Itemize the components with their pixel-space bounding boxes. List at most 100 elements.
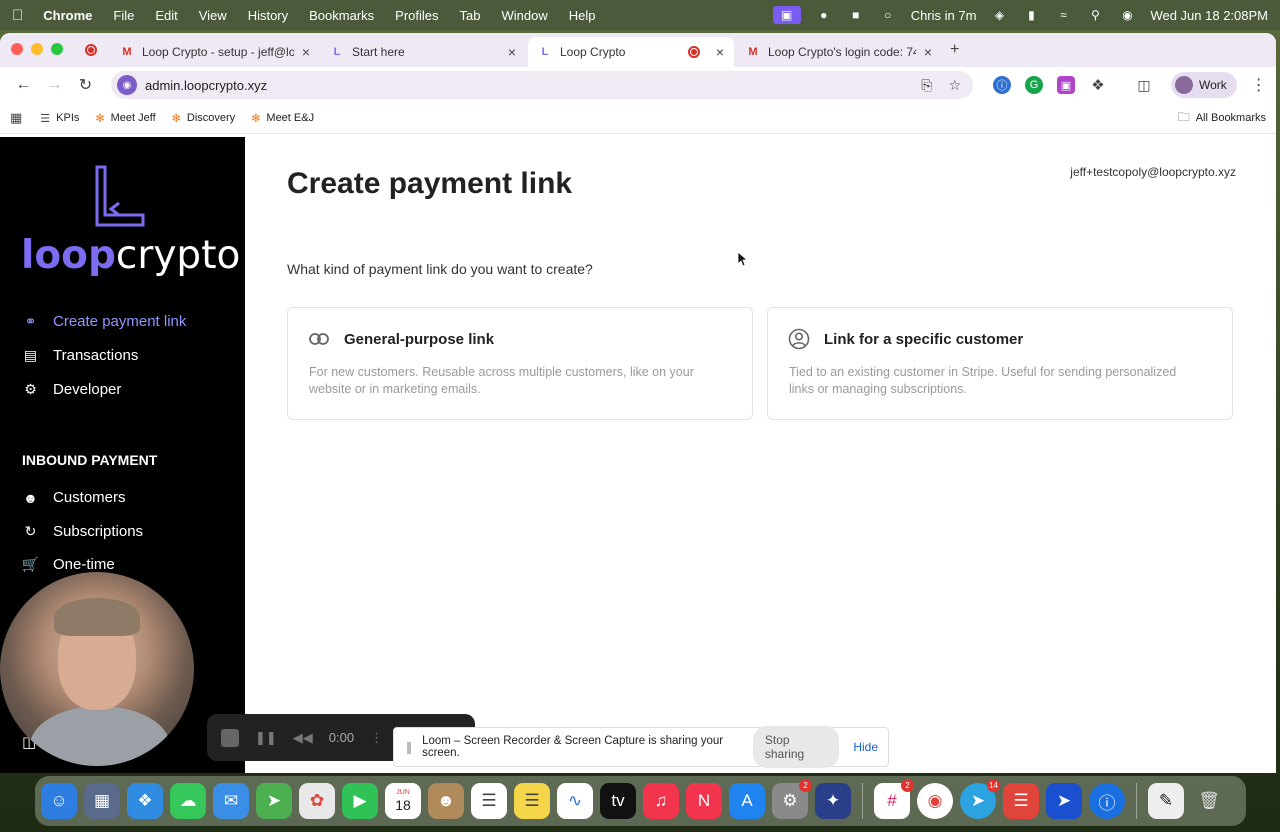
profile-button[interactable]: Work — [1171, 72, 1237, 98]
general-purpose-link-card[interactable]: General-purpose link For new customers. … — [287, 307, 753, 420]
zoom-window-button[interactable] — [51, 43, 63, 55]
reload-icon[interactable]: ↻ — [70, 75, 101, 95]
document-icon[interactable]: ✎ — [1148, 783, 1184, 819]
freeform-icon[interactable]: ∿ — [557, 783, 593, 819]
tab-gmail-setup[interactable]: M Loop Crypto - setup - jeff@lo × — [110, 37, 320, 67]
chrome-icon[interactable]: ◉ — [917, 783, 953, 819]
address-bar[interactable]: ◉ admin.loopcrypto.xyz ⎘ ☆ — [111, 71, 973, 99]
bookmark-star-icon[interactable]: ☆ — [948, 77, 961, 94]
tab-close-icon[interactable]: × — [716, 44, 724, 60]
more-menu-icon[interactable]: ⋮ — [1251, 75, 1267, 95]
minimize-window-button[interactable] — [31, 43, 43, 55]
bookmark-meet-jeff[interactable]: ✻ Meet Jeff — [95, 112, 155, 125]
pause-icon[interactable]: ❚❚ — [255, 730, 277, 746]
install-app-icon[interactable]: ⎘ — [921, 77, 932, 94]
telegram-icon[interactable]: ➤ 14 — [960, 779, 1000, 819]
maps-icon[interactable]: ➤ — [256, 783, 292, 819]
menu-tab[interactable]: Tab — [460, 8, 481, 23]
user-email[interactable]: jeff+testcopoly@loopcrypto.xyz — [1070, 165, 1236, 179]
specific-customer-link-card[interactable]: Link for a specific customer Tied to an … — [767, 307, 1233, 420]
menu-window[interactable]: Window — [502, 8, 548, 23]
calendar-icon[interactable]: JUN 18 — [385, 783, 421, 819]
bookmark-kpis[interactable]: ☰ KPIs — [40, 112, 79, 125]
contacts-icon[interactable]: ☻ — [428, 783, 464, 819]
finder-icon[interactable]: ☺ — [41, 783, 77, 819]
wechat-icon[interactable]: ● — [815, 8, 833, 22]
address-url[interactable]: admin.loopcrypto.xyz — [145, 78, 267, 93]
tab-search-icon[interactable]: ◫ — [1135, 76, 1153, 94]
cursor-app-icon[interactable]: ➤ — [1046, 783, 1082, 819]
menubar-clock[interactable]: Wed Jun 18 2:08PM — [1150, 8, 1268, 23]
tab-close-icon[interactable]: × — [508, 44, 516, 60]
sidebar-item-one-time[interactable]: 🛒 One-time — [22, 556, 115, 573]
rewind-icon[interactable]: ◀◀ — [293, 730, 313, 746]
apple-tv-icon[interactable]: tv — [600, 783, 636, 819]
notes-icon[interactable]: ☰ — [514, 783, 550, 819]
spotlight-search-icon[interactable]: ⚲ — [1086, 8, 1104, 22]
onepassword-extension-icon[interactable]: ⓘ — [993, 76, 1011, 94]
apple-icon[interactable]:  — [12, 7, 23, 24]
photos-icon[interactable]: ✿ — [299, 783, 335, 819]
battery-icon[interactable]: ▮ — [1022, 8, 1040, 22]
bookmark-meet-ej[interactable]: ✻ Meet E&J — [251, 112, 314, 125]
puzzle-extensions-icon[interactable]: ❖ — [1089, 76, 1107, 94]
app-store-icon[interactable]: A — [729, 783, 765, 819]
forward-icon[interactable]: → — [39, 76, 70, 94]
menu-help[interactable]: Help — [569, 8, 596, 23]
tab-start-here[interactable]: L Start here × — [320, 37, 526, 67]
control-center-icon[interactable]: ◉ — [1118, 8, 1136, 22]
screen-share-icon[interactable]: ▣ — [772, 6, 801, 24]
safari-icon[interactable]: ❖ — [127, 783, 163, 819]
drag-handle-icon[interactable]: ⋮ — [370, 730, 383, 746]
apps-grid-icon[interactable]: ▦ — [10, 110, 22, 126]
stop-recording-button[interactable] — [221, 728, 239, 747]
launchpad-icon[interactable]: ▦ — [84, 783, 120, 819]
messages-icon[interactable]: ☁ — [170, 783, 206, 819]
menu-bookmarks[interactable]: Bookmarks — [309, 8, 374, 23]
system-settings-icon[interactable]: ⚙ 2 — [772, 779, 812, 819]
new-tab-icon[interactable]: + — [950, 41, 959, 59]
onepassword-icon[interactable]: ○ — [879, 8, 897, 22]
todoist-icon[interactable]: ☰ — [1003, 783, 1039, 819]
wifi-icon[interactable]: ≈ — [1054, 8, 1072, 22]
menu-view[interactable]: View — [199, 8, 227, 23]
sidebar-item-customers[interactable]: ☻ Customers — [22, 489, 125, 506]
menu-history[interactable]: History — [248, 8, 288, 23]
trash-icon[interactable]: 🗑 — [1191, 783, 1227, 819]
back-icon[interactable]: ← — [8, 76, 39, 94]
tab-close-icon[interactable]: × — [924, 44, 932, 60]
loopcrypto-logo[interactable]: loopcrypto — [21, 233, 240, 278]
menu-file[interactable]: File — [113, 8, 134, 23]
design-app-icon[interactable]: ✦ — [815, 783, 851, 819]
drag-handle-icon[interactable]: ❚ — [404, 740, 414, 754]
site-info-icon[interactable]: ◉ — [117, 75, 137, 95]
facetime-icon[interactable]: ▶ — [342, 783, 378, 819]
mail-icon[interactable]: ✉ — [213, 783, 249, 819]
sidebar-item-developer[interactable]: ⚙ Developer — [22, 381, 121, 398]
hide-sharing-bar-link[interactable]: Hide — [853, 740, 878, 754]
menu-app-name[interactable]: Chrome — [43, 8, 92, 23]
sidebar-item-subscriptions[interactable]: ↻ Subscriptions — [22, 523, 143, 540]
music-icon[interactable]: ♫ — [643, 783, 679, 819]
onepassword-app-icon[interactable]: ⓘ — [1089, 783, 1125, 819]
bbedit-icon[interactable]: ■ — [847, 8, 865, 22]
grammarly-extension-icon[interactable]: G — [1025, 76, 1043, 94]
meeting-status[interactable]: Chris in 7m — [911, 8, 977, 23]
vpn-shield-icon[interactable]: ◈ — [990, 8, 1008, 22]
loom-camera-bubble[interactable] — [0, 572, 194, 766]
tab-gmail-login-code[interactable]: M Loop Crypto's login code: 74 × — [736, 37, 942, 67]
slack-icon[interactable]: #2 — [874, 779, 914, 819]
menu-edit[interactable]: Edit — [155, 8, 177, 23]
stop-sharing-button[interactable]: Stop sharing — [752, 726, 840, 768]
tab-close-icon[interactable]: × — [302, 44, 310, 60]
reminders-icon[interactable]: ☰ — [471, 783, 507, 819]
extension-badge-icon[interactable]: ▣ — [1057, 76, 1075, 94]
news-icon[interactable]: N — [686, 783, 722, 819]
all-bookmarks[interactable]: 🗀 All Bookmarks — [1178, 108, 1266, 129]
close-window-button[interactable] — [11, 43, 23, 55]
sidebar-item-transactions[interactable]: ▤ Transactions — [22, 347, 138, 364]
tab-loop-crypto[interactable]: L Loop Crypto × — [528, 37, 734, 67]
bookmark-discovery[interactable]: ✻ Discovery — [172, 112, 236, 125]
menu-profiles[interactable]: Profiles — [395, 8, 438, 23]
sidebar-item-create-payment-link[interactable]: ⚭ Create payment link — [22, 313, 187, 330]
